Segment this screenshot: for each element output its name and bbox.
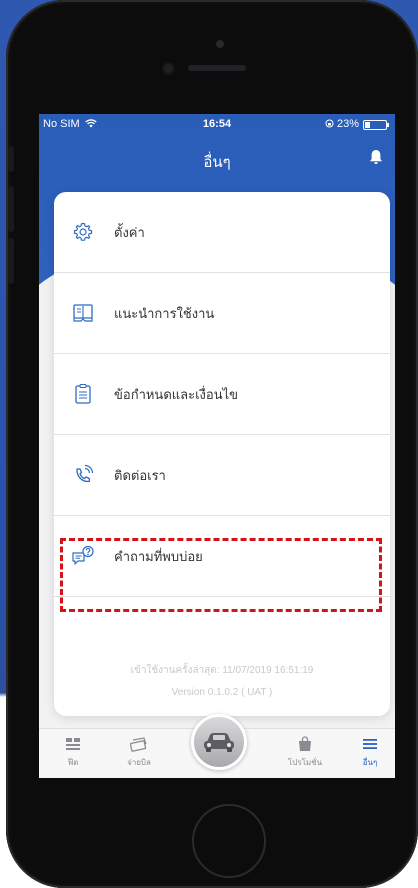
app-screen: No SIM 16:54 23% อื่นๆ ตั้งค่า แนะนำการใ… <box>39 114 395 778</box>
front-camera <box>216 40 224 48</box>
status-bar: No SIM 16:54 23% <box>39 114 395 136</box>
tab-more[interactable]: อื่นๆ <box>340 735 395 769</box>
book-icon <box>71 301 95 325</box>
car-icon <box>204 733 234 752</box>
proximity-sensor <box>164 64 173 73</box>
version-text: Version 0.1.0.2 ( UAT ) <box>171 687 273 698</box>
app-info: เข้าใช้งานครั้งล่าสุด: 11/07/2019 16:51:… <box>54 660 390 704</box>
tab-bar: ฟีด จ่ายบิล โปรโมชั่น อื่นๆ <box>39 714 395 778</box>
feed-icon <box>43 735 103 753</box>
menu-icon <box>340 735 395 753</box>
menu-item-user-guide[interactable]: แนะนำการใช้งาน <box>54 273 390 354</box>
phone-icon <box>71 463 95 487</box>
phone-frame: No SIM 16:54 23% อื่นๆ ตั้งค่า แนะนำการใ… <box>6 0 418 888</box>
menu-item-label: คำถามที่พบบ่อย <box>114 548 203 564</box>
tab-promotions[interactable]: โปรโมชั่น <box>275 735 335 769</box>
tab-label: อื่นๆ <box>362 758 378 767</box>
battery-percent: 23% <box>325 118 359 130</box>
orientation-lock-icon <box>325 119 334 128</box>
pay-bill-icon <box>109 735 169 753</box>
battery-text: 23% <box>336 118 359 130</box>
tab-label: จ่ายบิล <box>127 758 151 767</box>
tab-label: ฟีด <box>67 758 79 767</box>
volume-down-button <box>8 238 14 284</box>
menu-card: ตั้งค่า แนะนำการใช้งาน ข้อกำหนดและเงื่อน… <box>54 192 390 716</box>
menu-item-label: ตั้งค่า <box>114 224 145 240</box>
tab-pay-bill[interactable]: จ่ายบิล <box>109 735 169 769</box>
menu-item-label: ติดต่อเรา <box>114 467 166 483</box>
last-login-text: เข้าใช้งานครั้งล่าสุด: 11/07/2019 16:51:… <box>130 665 314 676</box>
battery-icon <box>363 120 389 130</box>
home-button[interactable] <box>192 804 266 878</box>
menu-item-label: ข้อกำหนดและเงื่อนไข <box>114 386 239 402</box>
tab-label: โปรโมชั่น <box>287 758 323 767</box>
menu-item-contact[interactable]: ติดต่อเรา <box>54 435 390 516</box>
menu-item-terms[interactable]: ข้อกำหนดและเงื่อนไข <box>54 354 390 435</box>
clipboard-icon <box>71 382 95 406</box>
earpiece-speaker <box>188 65 246 71</box>
tab-car[interactable] <box>191 714 247 770</box>
page-title: อื่นๆ <box>203 154 231 171</box>
volume-up-button <box>8 186 14 232</box>
menu-item-label: แนะนำการใช้งาน <box>114 305 215 321</box>
menu-list: ตั้งค่า แนะนำการใช้งาน ข้อกำหนดและเงื่อน… <box>54 192 390 597</box>
gear-icon <box>71 220 95 244</box>
menu-item-settings[interactable]: ตั้งค่า <box>54 192 390 273</box>
faq-chat-icon <box>71 544 95 568</box>
bell-icon[interactable] <box>367 148 385 166</box>
tab-feed[interactable]: ฟีด <box>43 735 103 769</box>
menu-item-faq[interactable]: คำถามที่พบบ่อย <box>54 516 390 597</box>
shopping-bag-icon <box>275 735 335 753</box>
mute-switch <box>8 146 14 172</box>
